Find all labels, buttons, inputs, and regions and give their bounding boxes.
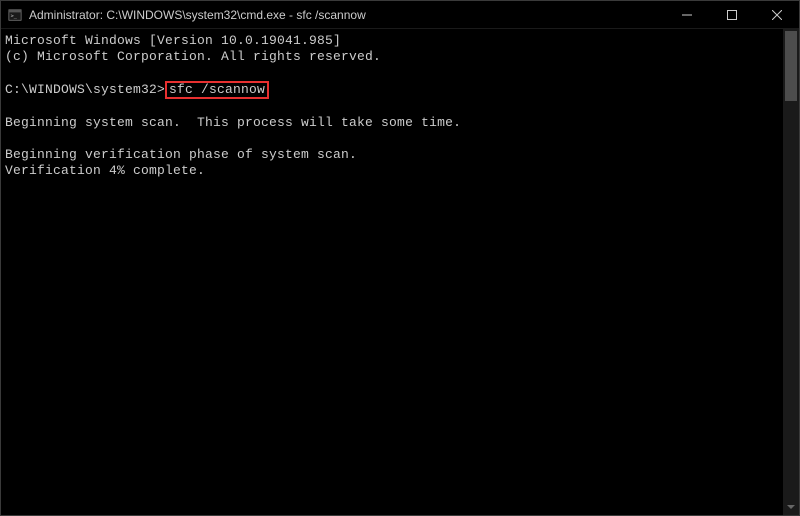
minimize-button[interactable] xyxy=(664,1,709,29)
blank-line xyxy=(5,65,779,81)
content-wrapper: Microsoft Windows [Version 10.0.19041.98… xyxy=(1,29,799,515)
window-title: Administrator: C:\WINDOWS\system32\cmd.e… xyxy=(29,8,366,22)
blank-line xyxy=(5,131,779,147)
progress-line: Verification 4% complete. xyxy=(5,163,779,179)
scan-begin-line: Beginning system scan. This process will… xyxy=(5,115,779,131)
svg-text:>_: >_ xyxy=(11,13,18,19)
titlebar[interactable]: >_ Administrator: C:\WINDOWS\system32\cm… xyxy=(1,1,799,29)
cmd-window: >_ Administrator: C:\WINDOWS\system32\cm… xyxy=(0,0,800,516)
scroll-down-icon[interactable] xyxy=(783,499,799,515)
window-controls xyxy=(664,1,799,28)
copyright-line: (c) Microsoft Corporation. All rights re… xyxy=(5,49,779,65)
terminal-output[interactable]: Microsoft Windows [Version 10.0.19041.98… xyxy=(1,29,783,515)
command-highlight: sfc /scannow xyxy=(165,81,269,99)
blank-line xyxy=(5,99,779,115)
close-button[interactable] xyxy=(754,1,799,29)
prompt-text: C:\WINDOWS\system32> xyxy=(5,82,165,97)
maximize-button[interactable] xyxy=(709,1,754,29)
command-text: sfc /scannow xyxy=(169,82,265,97)
version-line: Microsoft Windows [Version 10.0.19041.98… xyxy=(5,33,779,49)
prompt-line: C:\WINDOWS\system32> sfc /scannow xyxy=(5,81,779,99)
titlebar-left: >_ Administrator: C:\WINDOWS\system32\cm… xyxy=(7,7,366,23)
verify-begin-line: Beginning verification phase of system s… xyxy=(5,147,779,163)
cmd-icon: >_ xyxy=(7,7,23,23)
vertical-scrollbar[interactable] xyxy=(783,29,799,515)
scrollbar-thumb[interactable] xyxy=(785,31,797,101)
